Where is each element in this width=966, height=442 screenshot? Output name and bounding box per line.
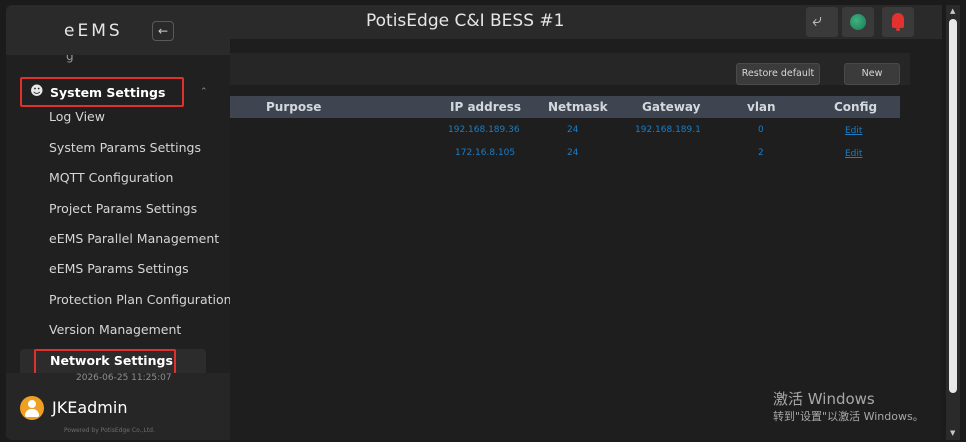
user-settings-icon: ☻ <box>30 84 44 99</box>
page-title: PotisEdge C&I BESS #1 <box>366 11 565 31</box>
globe-icon <box>850 14 866 30</box>
cell-netmask: 24 <box>567 125 579 135</box>
user-panel: 2026-06-25 11:25:07 JKEadmin Powered by … <box>6 373 230 440</box>
edit-link[interactable]: Edit <box>845 126 862 136</box>
bell-clapper <box>896 28 900 31</box>
avatar[interactable] <box>20 396 44 420</box>
table-row: 172.16.8.105 24 2 Edit <box>230 143 900 165</box>
sidebar-item-mqtt[interactable]: MQTT Configuration <box>49 170 173 185</box>
table-header: Purpose IP address Netmask Gateway vlan … <box>230 96 900 118</box>
main-content: Restore default New Purpose IP address N… <box>230 39 942 440</box>
powered-by-text: Powered by PotisEdge Co.,Ltd. <box>64 427 155 434</box>
scroll-down-icon[interactable]: ▼ <box>950 429 955 437</box>
sidebar-item-eems-params[interactable]: eEMS Params Settings <box>49 261 189 276</box>
column-header-ip-address[interactable]: IP address <box>450 100 521 114</box>
back-arrow-icon: ⤶ <box>812 10 823 31</box>
column-header-vlan[interactable]: vlan <box>747 100 776 114</box>
sidebar: eEMS ← g ☻ System Settings ⌃ Log View Sy… <box>6 5 230 440</box>
sidebar-item-system-settings[interactable]: ☻ System Settings <box>20 77 184 107</box>
cell-ip-address: 172.16.8.105 <box>455 148 516 158</box>
column-header-netmask[interactable]: Netmask <box>548 100 608 114</box>
column-header-purpose[interactable]: Purpose <box>266 100 321 114</box>
new-button[interactable]: New <box>844 63 900 85</box>
avatar-head <box>28 400 36 408</box>
cell-vlan: 0 <box>758 125 764 135</box>
collapse-sidebar-button[interactable]: ← <box>152 21 174 41</box>
sidebar-item-label: Network Settings <box>50 353 173 368</box>
top-header: PotisEdge C&I BESS #1 ⤶ <box>230 5 942 39</box>
restore-default-button[interactable]: Restore default <box>736 63 820 85</box>
edit-link[interactable]: Edit <box>845 149 862 159</box>
column-header-gateway[interactable]: Gateway <box>642 100 700 114</box>
sidebar-item-log-view[interactable]: Log View <box>49 109 105 124</box>
username[interactable]: JKEadmin <box>52 398 127 417</box>
app-logo: eEMS <box>64 21 123 41</box>
current-datetime: 2026-06-25 11:25:07 <box>76 373 172 383</box>
cell-gateway: 192.168.189.1 <box>635 125 701 135</box>
sidebar-item-parallel-management[interactable]: eEMS Parallel Management <box>49 231 219 246</box>
sidebar-item-partial: g <box>66 55 74 63</box>
vertical-scrollbar[interactable]: ▲ ▼ <box>946 5 960 440</box>
chevron-up-icon[interactable]: ⌃ <box>200 87 208 97</box>
table-row: 192.168.189.36 24 192.168.189.1 0 Edit <box>230 120 900 142</box>
sidebar-item-protection-plan[interactable]: Protection Plan Configuration <box>49 292 230 307</box>
scroll-up-icon[interactable]: ▲ <box>950 7 955 15</box>
sidebar-item-label: System Settings <box>50 85 166 100</box>
cell-netmask: 24 <box>567 148 579 158</box>
logo-bar: eEMS ← <box>6 5 230 55</box>
sidebar-item-version-management[interactable]: Version Management <box>49 322 181 337</box>
column-header-config[interactable]: Config <box>834 100 877 114</box>
sidebar-item-project-params[interactable]: Project Params Settings <box>49 201 197 216</box>
cell-ip-address: 192.168.189.36 <box>448 125 520 135</box>
cell-vlan: 2 <box>758 148 764 158</box>
scrollbar-thumb[interactable] <box>949 19 957 393</box>
sidebar-item-system-params[interactable]: System Params Settings <box>49 140 201 155</box>
back-button[interactable]: ⤶ <box>806 7 838 37</box>
bell-icon <box>892 13 904 28</box>
alarm-button[interactable] <box>882 7 914 37</box>
app-window: eEMS ← g ☻ System Settings ⌃ Log View Sy… <box>0 0 966 442</box>
activation-watermark-title: 激活 Windows <box>773 390 875 408</box>
language-button[interactable] <box>842 7 874 37</box>
avatar-body <box>25 409 39 417</box>
activation-watermark-subtitle: 转到"设置"以激活 Windows。 <box>773 410 924 423</box>
